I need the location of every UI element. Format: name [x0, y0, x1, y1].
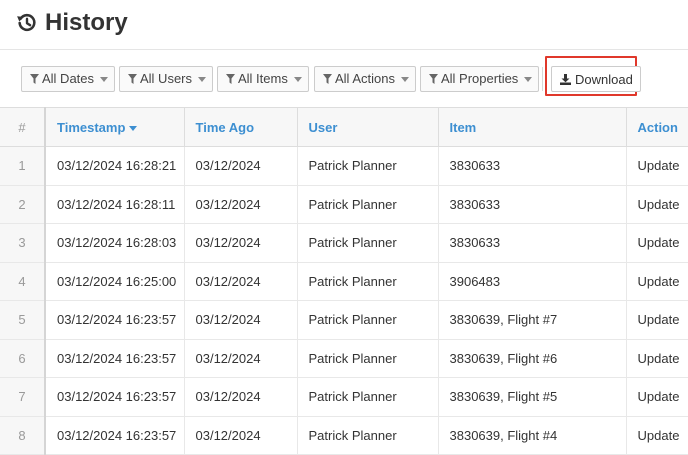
- cell-timestamp: 03/12/2024 16:23:57: [45, 300, 185, 340]
- cell-item: 3830639, Flight #7: [438, 300, 627, 340]
- cell-time-ago: 03/12/2024: [184, 223, 298, 263]
- cell-timestamp: 03/12/2024 16:28:03: [45, 223, 185, 263]
- cell-item: 3830639, Flight #5: [438, 377, 627, 417]
- column-header-number: #: [0, 107, 46, 147]
- filter-label: All Properties: [441, 71, 519, 86]
- table-row[interactable]: 5 03/12/2024 16:23:57 03/12/2024 Patrick…: [0, 300, 688, 340]
- cell-user: Patrick Planner: [297, 223, 439, 263]
- cell-user: Patrick Planner: [297, 416, 439, 455]
- cell-timestamp: 03/12/2024 16:28:21: [45, 146, 185, 186]
- column-header-label: Timestamp: [57, 119, 126, 135]
- filter-actions-dropdown[interactable]: All Actions: [314, 66, 416, 92]
- table-row[interactable]: 8 03/12/2024 16:23:57 03/12/2024 Patrick…: [0, 416, 688, 455]
- chevron-down-icon: [100, 76, 109, 82]
- cell-user: Patrick Planner: [297, 146, 439, 186]
- cell-item: 3830639, Flight #4: [438, 416, 627, 455]
- filter-icon: [323, 74, 332, 84]
- cell-timestamp: 03/12/2024 16:23:57: [45, 339, 185, 378]
- table-row[interactable]: 4 03/12/2024 16:25:00 03/12/2024 Patrick…: [0, 262, 688, 301]
- filter-users-dropdown[interactable]: All Users: [119, 66, 214, 92]
- cell-user: Patrick Planner: [297, 300, 439, 340]
- filter-properties-dropdown[interactable]: All Properties: [420, 66, 540, 92]
- history-icon: [17, 13, 36, 32]
- filter-dates-dropdown[interactable]: All Dates: [21, 66, 116, 92]
- row-number: 2: [0, 185, 46, 224]
- cell-timestamp: 03/12/2024 16:23:57: [45, 377, 185, 417]
- page-title: History: [45, 9, 128, 36]
- cell-item: 3830639, Flight #6: [438, 339, 627, 378]
- page-header: History: [0, 0, 688, 50]
- row-number: 1: [0, 146, 46, 186]
- chevron-down-icon: [524, 76, 533, 82]
- filter-label: All Actions: [335, 71, 395, 86]
- cell-timestamp: 03/12/2024 16:25:00: [45, 262, 185, 301]
- cell-item: 3830633: [438, 146, 627, 186]
- cell-action: Update: [626, 300, 688, 340]
- cell-action: Update: [626, 146, 688, 186]
- cell-user: Patrick Planner: [297, 339, 439, 378]
- row-number: 8: [0, 416, 46, 455]
- cell-action: Update: [626, 377, 688, 417]
- filter-label: All Items: [238, 71, 288, 86]
- cell-timestamp: 03/12/2024 16:28:11: [45, 185, 185, 224]
- cell-action: Update: [626, 416, 688, 455]
- chevron-down-icon: [400, 76, 409, 82]
- row-number: 4: [0, 262, 46, 301]
- column-header-user[interactable]: User: [297, 107, 439, 147]
- cell-action: Update: [626, 223, 688, 263]
- cell-timestamp: 03/12/2024 16:23:57: [45, 416, 185, 455]
- row-number: 3: [0, 223, 46, 263]
- cell-action: Update: [626, 185, 688, 224]
- row-number: 5: [0, 300, 46, 340]
- filter-icon: [128, 74, 137, 84]
- column-header-action[interactable]: Action: [626, 107, 688, 147]
- table-row[interactable]: 6 03/12/2024 16:23:57 03/12/2024 Patrick…: [0, 339, 688, 378]
- filter-label: All Users: [140, 71, 193, 86]
- cell-time-ago: 03/12/2024: [184, 146, 298, 186]
- filter-icon: [429, 74, 438, 84]
- cell-action: Update: [626, 262, 688, 301]
- table-row[interactable]: 7 03/12/2024 16:23:57 03/12/2024 Patrick…: [0, 377, 688, 417]
- column-header-item[interactable]: Item: [438, 107, 627, 147]
- filter-label: All Dates: [42, 71, 95, 86]
- cell-item: 3830633: [438, 185, 627, 224]
- cell-item: 3906483: [438, 262, 627, 301]
- title-wrap: History: [16, 8, 128, 38]
- cell-user: Patrick Planner: [297, 185, 439, 224]
- cell-time-ago: 03/12/2024: [184, 300, 298, 340]
- cell-time-ago: 03/12/2024: [184, 377, 298, 417]
- table-row[interactable]: 1 03/12/2024 16:28:21 03/12/2024 Patrick…: [0, 146, 688, 186]
- filter-icon: [30, 74, 39, 84]
- filter-icon: [226, 74, 235, 84]
- sort-desc-icon: [129, 125, 138, 131]
- cell-time-ago: 03/12/2024: [184, 262, 298, 301]
- table-header-row: # Timestamp Time Ago User Item Action: [0, 107, 688, 147]
- cell-time-ago: 03/12/2024: [184, 339, 298, 378]
- cell-time-ago: 03/12/2024: [184, 416, 298, 455]
- cell-user: Patrick Planner: [297, 377, 439, 417]
- cell-user: Patrick Planner: [297, 262, 439, 301]
- column-header-timestamp[interactable]: Timestamp: [45, 107, 185, 147]
- row-number: 6: [0, 339, 46, 378]
- download-label: Download: [575, 71, 633, 87]
- row-number: 7: [0, 377, 46, 417]
- download-icon: [560, 73, 571, 85]
- cell-item: 3830633: [438, 223, 627, 263]
- history-table: # Timestamp Time Ago User Item Action 1 …: [0, 107, 688, 455]
- filter-items-dropdown[interactable]: All Items: [217, 66, 309, 92]
- download-button[interactable]: Download: [551, 66, 641, 92]
- toolbar-divider: [542, 67, 543, 91]
- table-row[interactable]: 3 03/12/2024 16:28:03 03/12/2024 Patrick…: [0, 223, 688, 263]
- table-row[interactable]: 2 03/12/2024 16:28:11 03/12/2024 Patrick…: [0, 185, 688, 224]
- cell-time-ago: 03/12/2024: [184, 185, 298, 224]
- chevron-down-icon: [198, 76, 207, 82]
- cell-action: Update: [626, 339, 688, 378]
- column-header-time-ago[interactable]: Time Ago: [184, 107, 298, 147]
- chevron-down-icon: [293, 76, 302, 82]
